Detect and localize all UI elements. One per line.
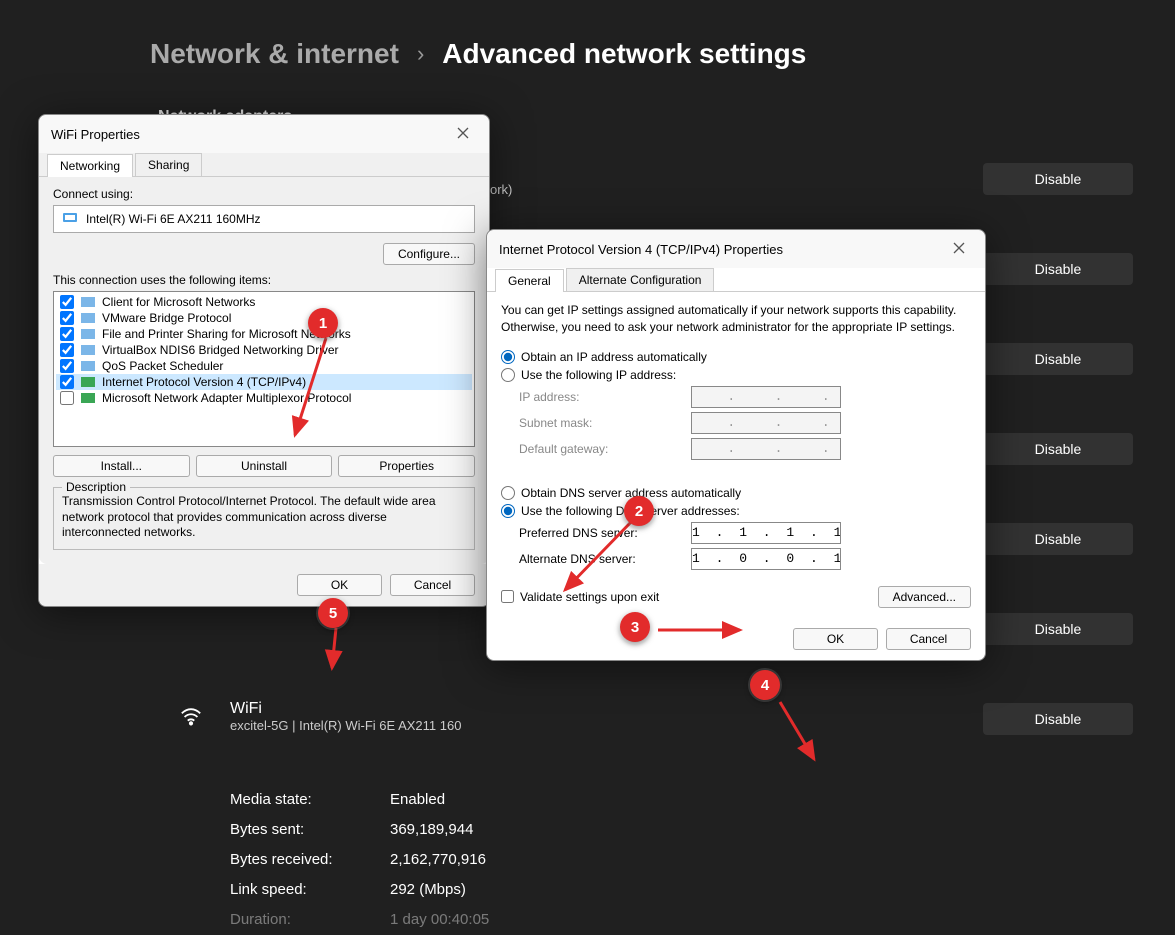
advanced-button[interactable]: Advanced... — [878, 586, 971, 608]
annotation-3: 3 — [620, 612, 650, 642]
tab-alternate[interactable]: Alternate Configuration — [566, 268, 715, 291]
uninstall-button[interactable]: Uninstall — [196, 455, 333, 477]
wifi-detail: excitel-5G | Intel(R) Wi-Fi 6E AX211 160 — [230, 718, 461, 733]
component-icon — [80, 359, 96, 373]
wifi-name: WiFi — [230, 700, 461, 718]
annotation-1: 1 — [308, 308, 338, 338]
dns-auto-radio[interactable] — [501, 486, 515, 500]
protocol-icon — [80, 391, 96, 405]
wifi-properties-dialog: WiFi Properties Networking Sharing Conne… — [38, 114, 490, 607]
disable-button[interactable]: Disable — [983, 703, 1133, 735]
annotation-4: 4 — [750, 670, 780, 700]
install-button[interactable]: Install... — [53, 455, 190, 477]
subnet-input — [691, 412, 841, 434]
disable-button[interactable]: Disable — [983, 433, 1133, 465]
description-group: Description Transmission Control Protoco… — [53, 487, 475, 550]
dialog-title: Internet Protocol Version 4 (TCP/IPv4) P… — [499, 242, 783, 257]
tab-strip: General Alternate Configuration — [487, 268, 985, 292]
disable-button[interactable]: Disable — [983, 253, 1133, 285]
cancel-button[interactable]: Cancel — [886, 628, 971, 650]
stat-row: Bytes received:2,162,770,916 — [230, 845, 489, 875]
list-item: Client for Microsoft Networks — [56, 294, 472, 310]
adapter-name: Intel(R) Wi-Fi 6E AX211 160MHz — [86, 212, 261, 226]
tab-general[interactable]: General — [495, 269, 564, 292]
close-button[interactable] — [449, 120, 477, 148]
component-icon — [80, 343, 96, 357]
subnet-label: Subnet mask: — [501, 416, 691, 430]
properties-button[interactable]: Properties — [338, 455, 475, 477]
cancel-button[interactable]: Cancel — [390, 574, 475, 596]
gateway-label: Default gateway: — [501, 442, 691, 456]
close-button[interactable] — [945, 235, 973, 263]
tab-strip: Networking Sharing — [39, 153, 489, 177]
breadcrumb-parent[interactable]: Network & internet — [150, 38, 399, 70]
item-checkbox[interactable] — [60, 343, 74, 357]
adapter-field[interactable]: Intel(R) Wi-Fi 6E AX211 160MHz — [53, 205, 475, 233]
item-checkbox[interactable] — [60, 327, 74, 341]
breadcrumb-current: Advanced network settings — [442, 38, 806, 70]
disable-button[interactable]: Disable — [983, 613, 1133, 645]
close-icon — [953, 242, 965, 254]
ip-manual-radio[interactable] — [501, 368, 515, 382]
stat-row: Duration:1 day 00:40:05 — [230, 905, 489, 935]
breadcrumb: Network & internet › Advanced network se… — [150, 38, 806, 70]
annotation-5: 5 — [318, 598, 348, 628]
item-checkbox[interactable] — [60, 295, 74, 309]
ipv4-properties-dialog: Internet Protocol Version 4 (TCP/IPv4) P… — [486, 229, 986, 661]
list-item: VMware Bridge Protocol — [56, 310, 472, 326]
tab-networking[interactable]: Networking — [47, 154, 133, 177]
network-adapter-icon — [62, 210, 78, 229]
connect-using-label: Connect using: — [53, 187, 475, 201]
ok-button[interactable]: OK — [297, 574, 382, 596]
preferred-dns-label: Preferred DNS server: — [501, 526, 691, 540]
gateway-input — [691, 438, 841, 460]
stat-row: Media state:Enabled — [230, 785, 489, 815]
stat-row: Bytes sent:369,189,944 — [230, 815, 489, 845]
list-item: QoS Packet Scheduler — [56, 358, 472, 374]
disable-button[interactable]: Disable — [983, 163, 1133, 195]
wifi-adapter-block[interactable]: WiFi excitel-5G | Intel(R) Wi-Fi 6E AX21… — [180, 700, 461, 733]
protocol-icon — [80, 375, 96, 389]
connection-items-list[interactable]: Client for Microsoft Networks VMware Bri… — [53, 291, 475, 447]
ip-auto-radio[interactable] — [501, 350, 515, 364]
stat-row: Link speed:292 (Mbps) — [230, 875, 489, 905]
list-item: VirtualBox NDIS6 Bridged Networking Driv… — [56, 342, 472, 358]
dialog-title: WiFi Properties — [51, 127, 140, 142]
item-checkbox[interactable] — [60, 375, 74, 389]
close-icon — [457, 127, 469, 139]
annotation-2: 2 — [624, 496, 654, 526]
component-icon — [80, 311, 96, 325]
breadcrumb-separator: › — [417, 41, 424, 67]
preferred-dns-input[interactable] — [691, 522, 841, 544]
ok-button[interactable]: OK — [793, 628, 878, 650]
intro-text: You can get IP settings assigned automat… — [501, 302, 971, 336]
list-item: File and Printer Sharing for Microsoft N… — [56, 326, 472, 342]
items-label: This connection uses the following items… — [53, 273, 475, 287]
dns-manual-radio[interactable] — [501, 504, 515, 518]
list-item-selected: Internet Protocol Version 4 (TCP/IPv4) — [56, 374, 472, 390]
list-item: Microsoft Network Adapter Multiplexor Pr… — [56, 390, 472, 406]
configure-button[interactable]: Configure... — [383, 243, 475, 265]
item-checkbox[interactable] — [60, 359, 74, 373]
description-text: Transmission Control Protocol/Internet P… — [62, 494, 466, 541]
alternate-dns-input[interactable] — [691, 548, 841, 570]
component-icon — [80, 327, 96, 341]
wifi-stats: Media state:Enabled Bytes sent:369,189,9… — [230, 785, 489, 935]
wifi-icon — [180, 706, 202, 733]
description-legend: Description — [62, 480, 130, 494]
ip-address-label: IP address: — [501, 390, 691, 404]
alternate-dns-label: Alternate DNS server: — [501, 552, 691, 566]
ip-address-input — [691, 386, 841, 408]
disable-button[interactable]: Disable — [983, 343, 1133, 375]
adapter-row-text-fragment: ork) — [490, 182, 512, 197]
component-icon — [80, 295, 96, 309]
disable-button[interactable]: Disable — [983, 523, 1133, 555]
tab-sharing[interactable]: Sharing — [135, 153, 202, 176]
item-checkbox[interactable] — [60, 391, 74, 405]
validate-checkbox[interactable] — [501, 590, 514, 603]
item-checkbox[interactable] — [60, 311, 74, 325]
